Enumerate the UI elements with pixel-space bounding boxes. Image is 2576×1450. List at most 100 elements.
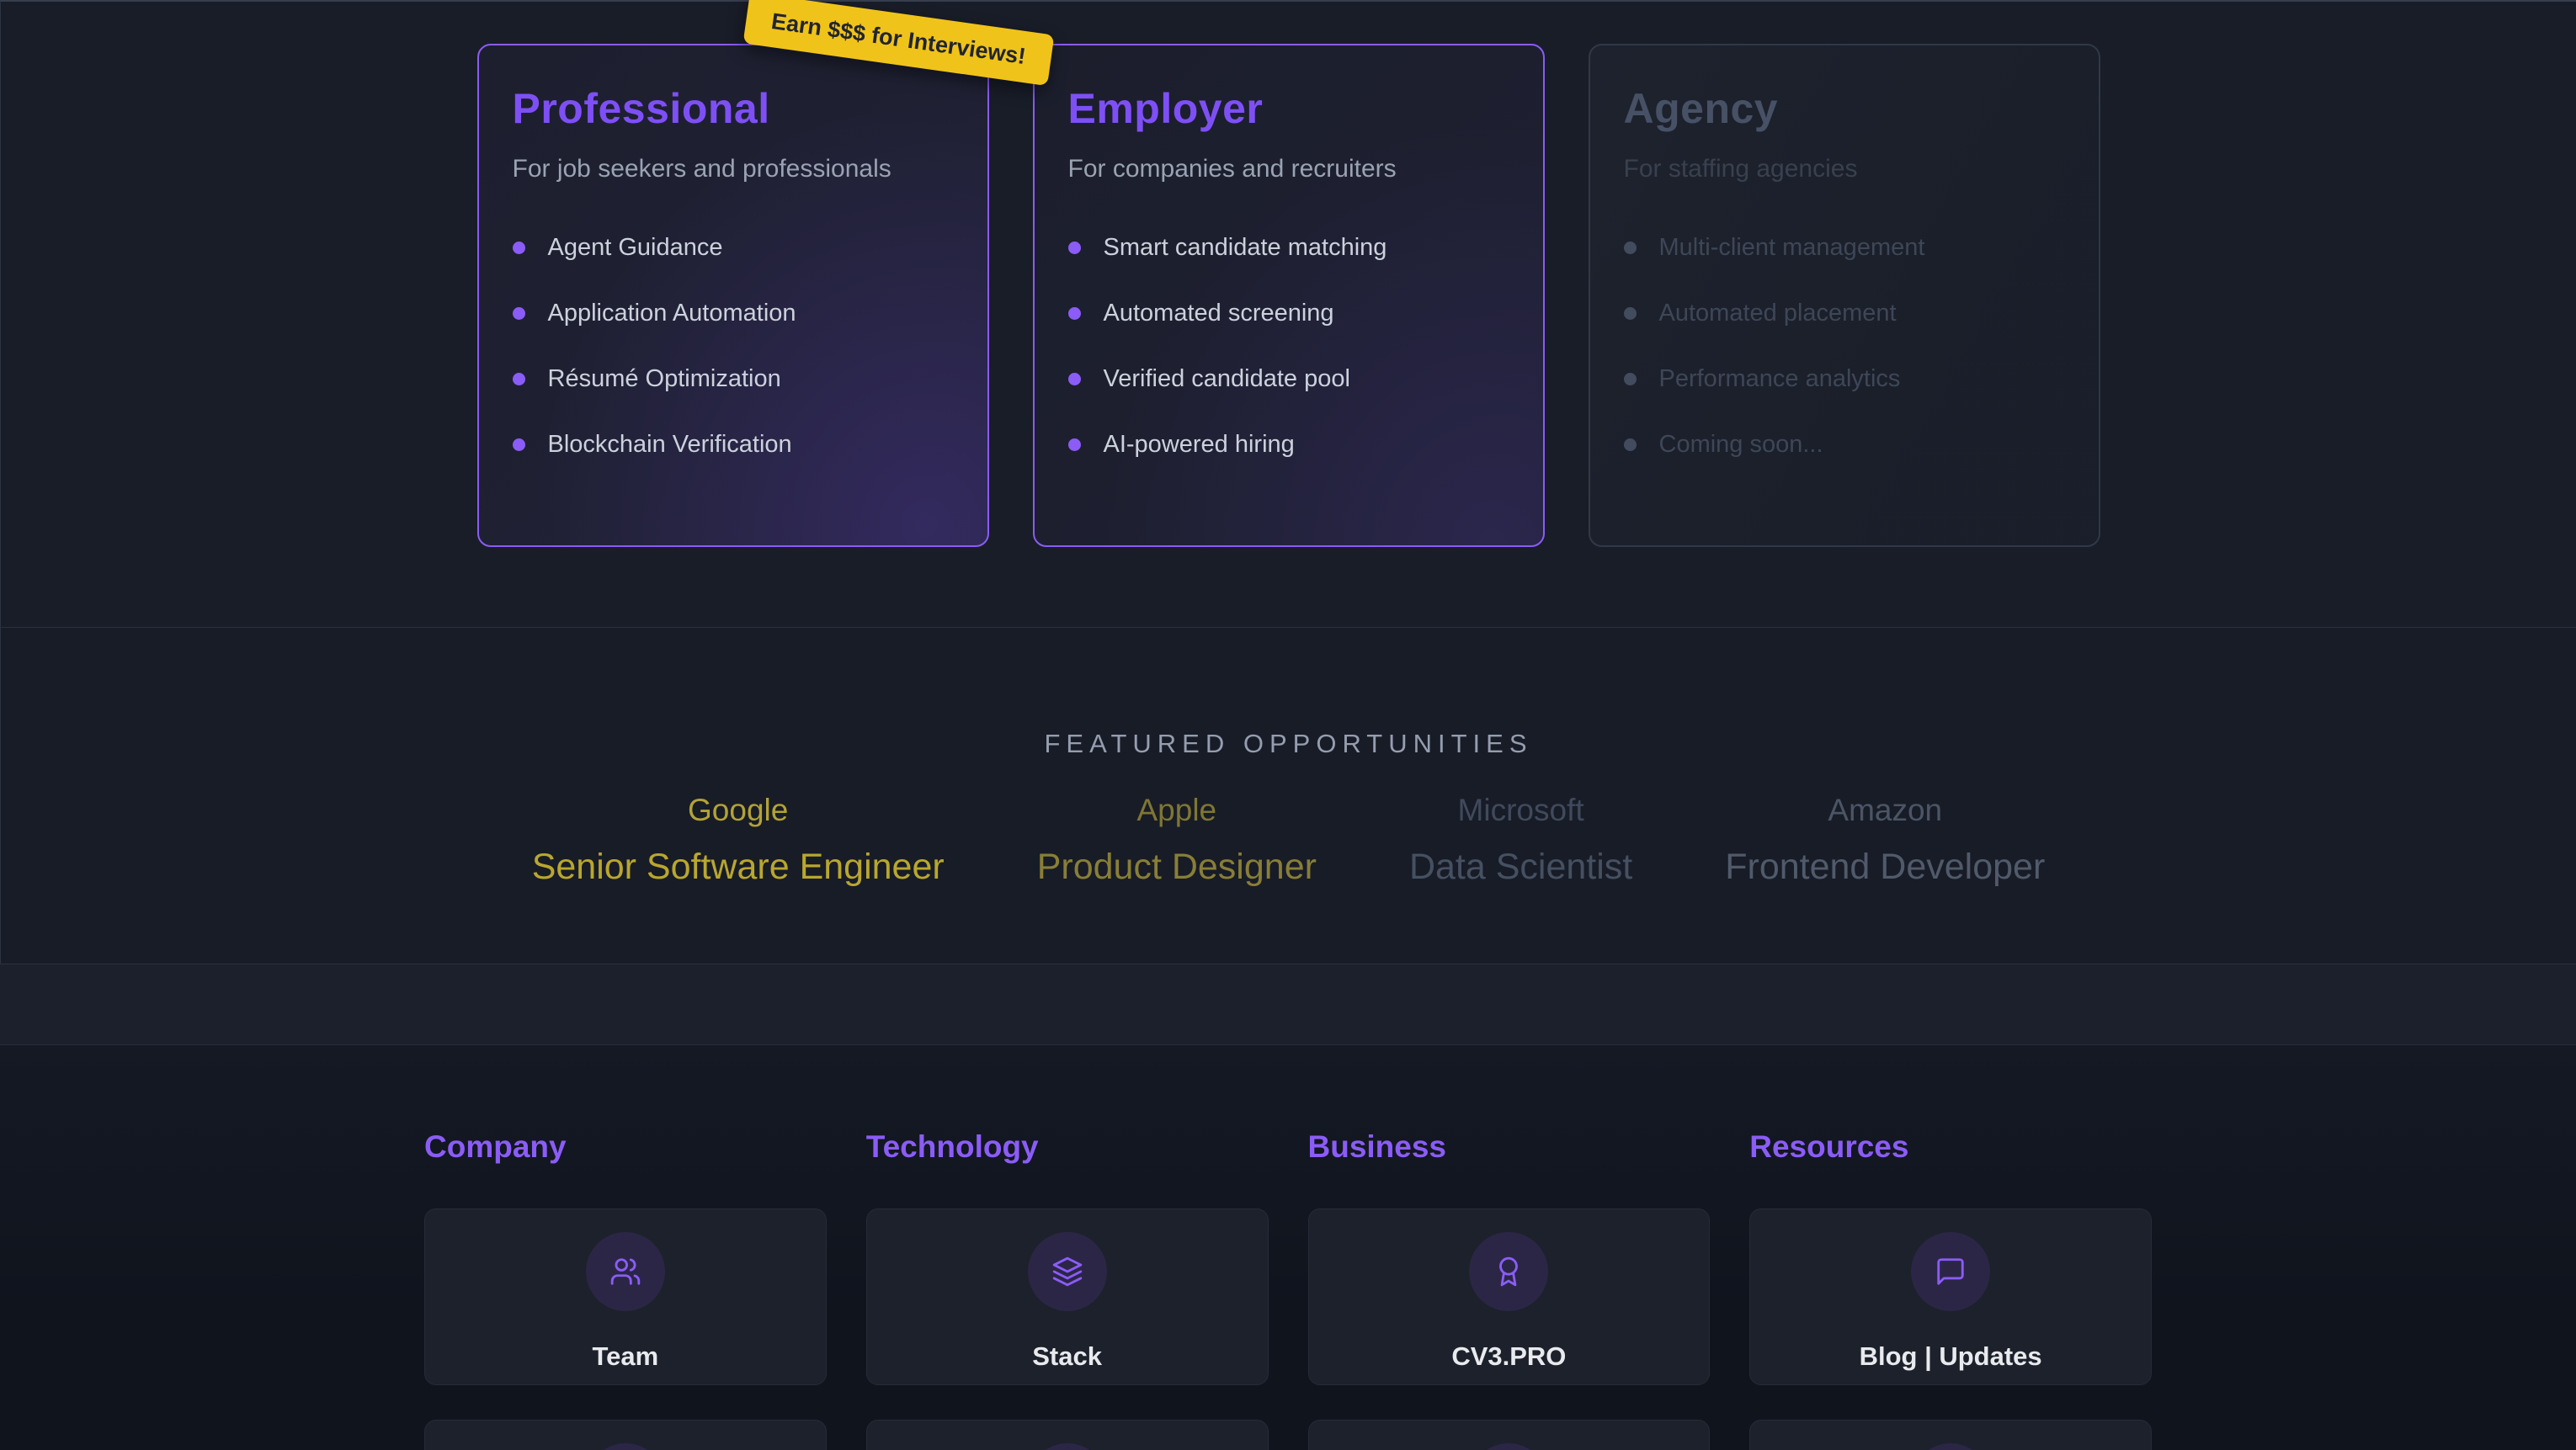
message-icon	[1935, 1256, 1967, 1288]
featured-heading: FEATURED OPPORTUNITIES	[1, 628, 2576, 759]
bullet-icon	[1068, 242, 1081, 254]
plan-cards-row: Professional For job seekers and profess…	[1, 2, 2576, 547]
feature-item: AI-powered hiring	[1068, 431, 1509, 459]
footer-card-title: CV3.PRO	[1451, 1341, 1566, 1372]
plan-feature-list: Agent Guidance Application Automation Ré…	[513, 234, 954, 459]
icon-circle	[586, 1443, 665, 1450]
feature-label: Performance analytics	[1659, 365, 1901, 393]
footer-card-cv3pro[interactable]: CV3.PRO	[1308, 1208, 1711, 1385]
icon-circle	[1028, 1232, 1107, 1311]
job-item-google[interactable]: Google Senior Software Engineer	[532, 793, 945, 888]
feature-label: Automated placement	[1659, 300, 1897, 327]
bullet-icon	[1068, 373, 1081, 385]
footer-section: Company Team Technology	[0, 1044, 2576, 1450]
bullet-icon	[1624, 307, 1637, 320]
bullet-icon	[513, 373, 525, 385]
job-title: Data Scientist	[1409, 847, 1632, 888]
icon-circle	[1028, 1443, 1107, 1450]
feature-label: Agent Guidance	[548, 234, 723, 262]
feature-label: Smart candidate matching	[1104, 234, 1387, 262]
feature-item: Agent Guidance	[513, 234, 954, 262]
feature-item: Application Automation	[513, 300, 954, 327]
feature-label: Automated screening	[1104, 300, 1334, 327]
footer-card-title: Stack	[1032, 1341, 1102, 1372]
job-item-amazon[interactable]: Amazon Frontend Developer	[1725, 793, 2045, 888]
section-spacer	[0, 964, 2576, 1044]
footer-heading: Technology	[866, 1129, 1269, 1165]
job-item-microsoft[interactable]: Microsoft Data Scientist	[1409, 793, 1632, 888]
plan-description: For companies and recruiters	[1068, 155, 1509, 183]
footer-card-partial[interactable]	[1308, 1420, 1711, 1450]
bullet-icon	[1624, 438, 1637, 451]
bullet-icon	[513, 438, 525, 451]
feature-item: Automated screening	[1068, 300, 1509, 327]
feature-item: Smart candidate matching	[1068, 234, 1509, 262]
plan-card-professional[interactable]: Professional For job seekers and profess…	[477, 44, 989, 547]
footer-card-partial[interactable]	[424, 1420, 827, 1450]
feature-label: Multi-client management	[1659, 234, 1925, 262]
plan-description: For staffing agencies	[1624, 155, 2065, 183]
feature-item: Verified candidate pool	[1068, 365, 1509, 393]
feature-item: Coming soon...	[1624, 431, 2065, 459]
feature-label: Blockchain Verification	[548, 431, 792, 459]
icon-circle	[586, 1232, 665, 1311]
plan-title: Agency	[1624, 84, 2065, 133]
footer-heading: Company	[424, 1129, 827, 1165]
bullet-icon	[513, 242, 525, 254]
plans-section: Earn $$$ for Interviews! Professional Fo…	[0, 0, 2576, 627]
feature-label: AI-powered hiring	[1104, 431, 1295, 459]
job-title: Senior Software Engineer	[532, 847, 945, 888]
job-company: Amazon	[1725, 793, 2045, 828]
footer-heading: Business	[1308, 1129, 1711, 1165]
plan-feature-list: Multi-client management Automated placem…	[1624, 234, 2065, 459]
icon-circle	[1469, 1232, 1548, 1311]
footer-column-business: Business CV3.PRO	[1308, 1129, 1711, 1450]
job-item-apple[interactable]: Apple Product Designer	[1037, 793, 1317, 888]
footer-card-title: Team	[593, 1341, 659, 1372]
footer-card-blog[interactable]: Blog | Updates	[1749, 1208, 2152, 1385]
footer-card-stack[interactable]: Stack	[866, 1208, 1269, 1385]
bullet-icon	[1624, 242, 1637, 254]
bullet-icon	[1068, 438, 1081, 451]
job-company: Microsoft	[1409, 793, 1632, 828]
plan-title: Employer	[1068, 84, 1509, 133]
featured-opportunities-section: FEATURED OPPORTUNITIES Google Senior Sof…	[0, 627, 2576, 964]
job-company: Google	[532, 793, 945, 828]
feature-item: Automated placement	[1624, 300, 2065, 327]
award-icon	[1493, 1256, 1525, 1288]
feature-label: Résumé Optimization	[548, 365, 781, 393]
feature-item: Performance analytics	[1624, 365, 2065, 393]
bullet-icon	[1624, 373, 1637, 385]
job-company: Apple	[1037, 793, 1317, 828]
footer-card-partial[interactable]	[866, 1420, 1269, 1450]
featured-jobs-row: Google Senior Software Engineer Apple Pr…	[1, 793, 2576, 888]
users-icon	[609, 1256, 641, 1288]
plan-card-agency: Agency For staffing agencies Multi-clien…	[1589, 44, 2100, 547]
footer-column-company: Company Team	[424, 1129, 827, 1450]
feature-label: Verified candidate pool	[1104, 365, 1350, 393]
footer-column-resources: Resources Blog | Updates	[1749, 1129, 2152, 1450]
bullet-icon	[1068, 307, 1081, 320]
feature-item: Résumé Optimization	[513, 365, 954, 393]
landing-page: Earn $$$ for Interviews! Professional Fo…	[0, 0, 2576, 1450]
icon-circle	[1911, 1443, 1990, 1450]
job-title: Product Designer	[1037, 847, 1317, 888]
footer-card-partial[interactable]	[1749, 1420, 2152, 1450]
icon-circle	[1469, 1443, 1548, 1450]
plan-feature-list: Smart candidate matching Automated scree…	[1068, 234, 1509, 459]
footer-card-team[interactable]: Team	[424, 1208, 827, 1385]
footer-grid: Company Team Technology	[424, 1129, 2152, 1450]
footer-card-title: Blog | Updates	[1860, 1341, 2042, 1372]
plan-card-employer[interactable]: Employer For companies and recruiters Sm…	[1033, 44, 1545, 547]
footer-column-technology: Technology Stack	[866, 1129, 1269, 1450]
feature-label: Application Automation	[548, 300, 796, 327]
feature-item: Multi-client management	[1624, 234, 2065, 262]
feature-item: Blockchain Verification	[513, 431, 954, 459]
feature-label: Coming soon...	[1659, 431, 1823, 459]
plan-title: Professional	[513, 84, 954, 133]
layers-icon	[1051, 1256, 1083, 1288]
bullet-icon	[513, 307, 525, 320]
plan-description: For job seekers and professionals	[513, 155, 954, 183]
job-title: Frontend Developer	[1725, 847, 2045, 888]
icon-circle	[1911, 1232, 1990, 1311]
